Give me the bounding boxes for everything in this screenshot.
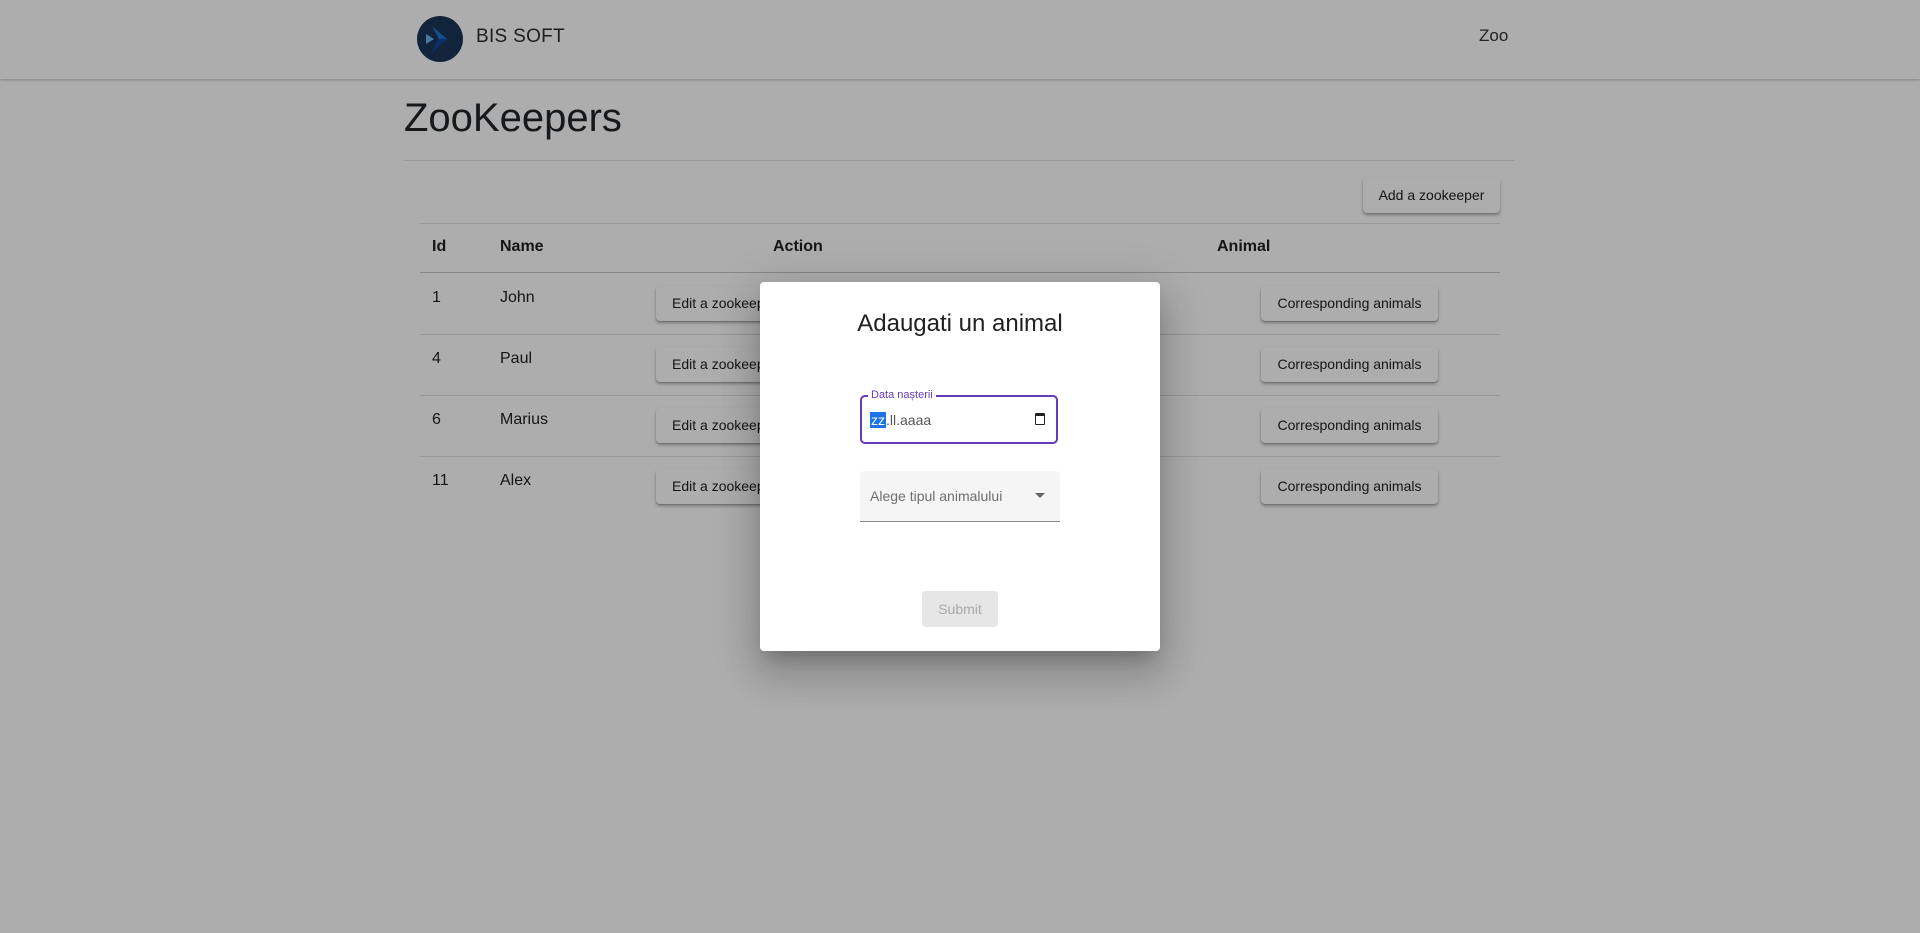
animal-type-placeholder: Alege tipul animalului [870, 488, 1003, 504]
dialog-title: Adaugati un animal [857, 310, 1063, 337]
add-animal-dialog: Adaugati un animal Data nașterii zz.ll.a… [760, 282, 1160, 651]
birth-date-value[interactable]: zz.ll.aaaa [870, 411, 931, 429]
date-rest-segment[interactable]: .ll.aaaa [886, 412, 931, 428]
arrow-drop-down-icon [1035, 493, 1045, 498]
submit-button[interactable]: Submit [922, 591, 998, 627]
date-day-segment[interactable]: zz [870, 412, 886, 428]
animal-type-select[interactable]: Alege tipul animalului [860, 471, 1060, 522]
calendar-icon[interactable] [1035, 413, 1045, 425]
birth-date-label: Data nașterii [868, 388, 936, 402]
birth-date-input[interactable]: Data nașterii zz.ll.aaaa [860, 388, 1058, 444]
